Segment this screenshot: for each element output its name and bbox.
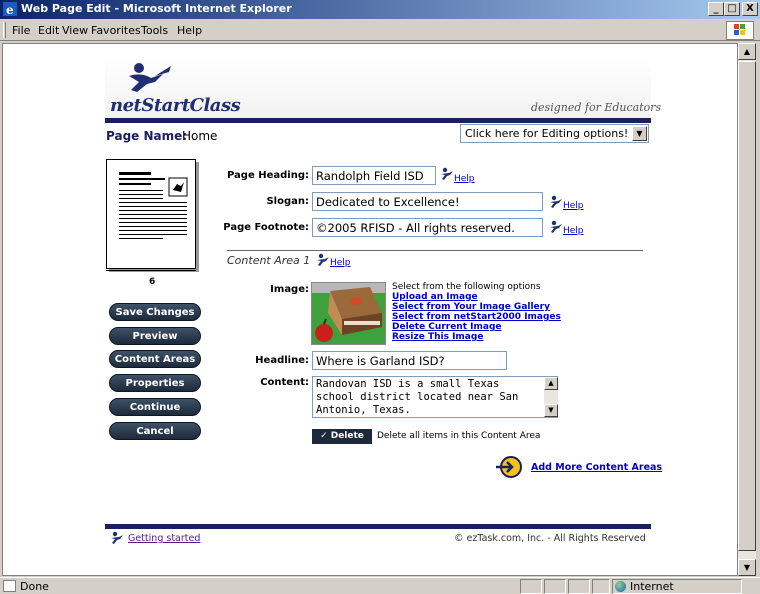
menu-bar: File Edit View Favorites Tools Help — [0, 19, 760, 41]
copyright-text: © ezTask.com, Inc. - All Rights Reserved — [454, 533, 646, 544]
continue-button[interactable]: Continue — [109, 398, 201, 416]
footer-divider — [105, 524, 651, 529]
help-icon[interactable] — [549, 220, 563, 234]
svg-text:e: e — [6, 3, 14, 16]
content-area-help-link[interactable]: Help — [330, 258, 351, 268]
scroll-down-icon[interactable]: ▼ — [544, 404, 558, 417]
status-panel — [568, 579, 590, 594]
slogan-input[interactable]: Dedicated to Excellence! — [312, 192, 543, 211]
image-options: Select from the following options Upload… — [392, 282, 561, 342]
zone-text: Internet — [630, 580, 674, 593]
status-panel — [544, 579, 566, 594]
add-more-content-areas-link[interactable]: Add More Content Areas — [531, 462, 662, 473]
page-heading-label: Page Heading: — [227, 170, 309, 181]
page-heading-input[interactable]: Randolph Field ISD — [312, 166, 436, 185]
scroll-up-icon[interactable]: ▲ — [738, 43, 756, 60]
image-label: Image: — [270, 284, 309, 295]
vertical-scrollbar[interactable]: ▲ ▼ — [738, 43, 756, 576]
menu-tools[interactable]: Tools — [141, 24, 168, 37]
delete-description: Delete all items in this Content Area — [377, 431, 541, 441]
menu-view[interactable]: View — [62, 24, 88, 37]
save-changes-button[interactable]: Save Changes — [109, 303, 201, 321]
minimize-button[interactable]: _ — [708, 2, 724, 16]
content-line: Antonio, Texas. — [316, 404, 411, 416]
content-areas-button[interactable]: Content Areas — [109, 350, 201, 368]
status-bar: Done Internet — [0, 577, 760, 594]
content-textarea[interactable]: Randovan ISD is a small Texas school dis… — [312, 376, 558, 418]
upload-image-link[interactable]: Upload an Image — [392, 292, 561, 302]
thumbnail-number: 6 — [149, 277, 156, 287]
delete-button[interactable]: ✓ Delete — [312, 429, 372, 444]
help-icon[interactable] — [549, 195, 563, 209]
page-heading-help-link[interactable]: Help — [454, 174, 475, 184]
editing-options-select[interactable]: Click here for Editing options! ▼ — [460, 124, 649, 143]
content-line: school district located near San — [316, 391, 519, 403]
status-panel — [592, 579, 610, 594]
netstart-images-link[interactable]: Select from netStart2000 Images — [392, 312, 561, 322]
status-text: Done — [20, 580, 49, 593]
chevron-down-icon[interactable]: ▼ — [632, 126, 647, 141]
toolbar-grip[interactable] — [3, 22, 6, 38]
page-done-icon — [3, 580, 16, 592]
textarea-scrollbar[interactable]: ▲ ▼ — [544, 377, 558, 417]
content-area-divider — [227, 250, 643, 251]
image-gallery-link[interactable]: Select from Your Image Gallery — [392, 302, 561, 312]
page-name-value: Home — [182, 129, 218, 143]
image-options-prompt: Select from the following options — [392, 282, 541, 292]
brand-name: netStartClass — [110, 95, 241, 116]
content-image[interactable] — [311, 282, 386, 345]
netstart-logo-icon — [129, 63, 171, 92]
headline-label: Headline: — [255, 355, 309, 366]
scroll-thumb[interactable] — [738, 61, 756, 551]
page-layout-icon — [119, 172, 188, 239]
menu-favorites[interactable]: Favorites — [91, 24, 141, 37]
menu-file[interactable]: File — [12, 24, 30, 37]
menu-edit[interactable]: Edit — [38, 24, 59, 37]
header-divider — [105, 118, 651, 123]
resize-image-link[interactable]: Resize This Image — [392, 332, 561, 342]
preview-button[interactable]: Preview — [109, 327, 201, 345]
title-bar: e Web Page Edit - Microsoft Internet Exp… — [0, 0, 760, 19]
maximize-button[interactable]: □ — [724, 2, 740, 16]
page-name-label: Page Name: — [106, 129, 188, 143]
help-icon[interactable] — [316, 253, 330, 267]
close-button[interactable]: X — [742, 2, 758, 16]
content-label: Content: — [260, 377, 309, 388]
editing-options-value: Click here for Editing options! — [465, 127, 629, 140]
getting-started-link[interactable]: Getting started — [128, 533, 200, 544]
tagline: designed for Educators — [531, 101, 662, 114]
content-line: Randovan ISD is a small Texas — [316, 378, 500, 390]
windows-logo-icon — [726, 21, 754, 40]
ie-icon: e — [3, 2, 17, 16]
page-footnote-label: Page Footnote: — [223, 222, 309, 233]
cancel-button[interactable]: Cancel — [109, 422, 201, 440]
scroll-down-icon[interactable]: ▼ — [738, 559, 756, 576]
browser-viewport: netStartClass designed for Educators Pag… — [2, 43, 738, 576]
status-panel — [520, 579, 542, 594]
properties-button[interactable]: Properties — [109, 374, 201, 392]
page-footnote-input[interactable]: ©2005 RFISD - All rights reserved. — [312, 218, 543, 237]
delete-image-link[interactable]: Delete Current Image — [392, 322, 561, 332]
slogan-help-link[interactable]: Help — [563, 201, 584, 211]
globe-icon — [615, 581, 626, 592]
window-title: Web Page Edit - Microsoft Internet Explo… — [21, 2, 292, 15]
page-footnote-help-link[interactable]: Help — [563, 226, 584, 236]
add-arrow-icon[interactable] — [496, 456, 522, 478]
page-thumbnail[interactable] — [106, 159, 196, 269]
scroll-up-icon[interactable]: ▲ — [544, 377, 558, 390]
headline-input[interactable]: Where is Garland ISD? — [312, 351, 507, 370]
help-icon[interactable] — [440, 167, 454, 181]
content-area-title: Content Area 1 — [227, 254, 311, 267]
book-apple-image — [312, 283, 385, 344]
getting-started-icon — [111, 531, 123, 544]
slogan-label: Slogan: — [266, 196, 309, 207]
thumbnail-divider — [106, 270, 196, 271]
menu-help[interactable]: Help — [177, 24, 202, 37]
